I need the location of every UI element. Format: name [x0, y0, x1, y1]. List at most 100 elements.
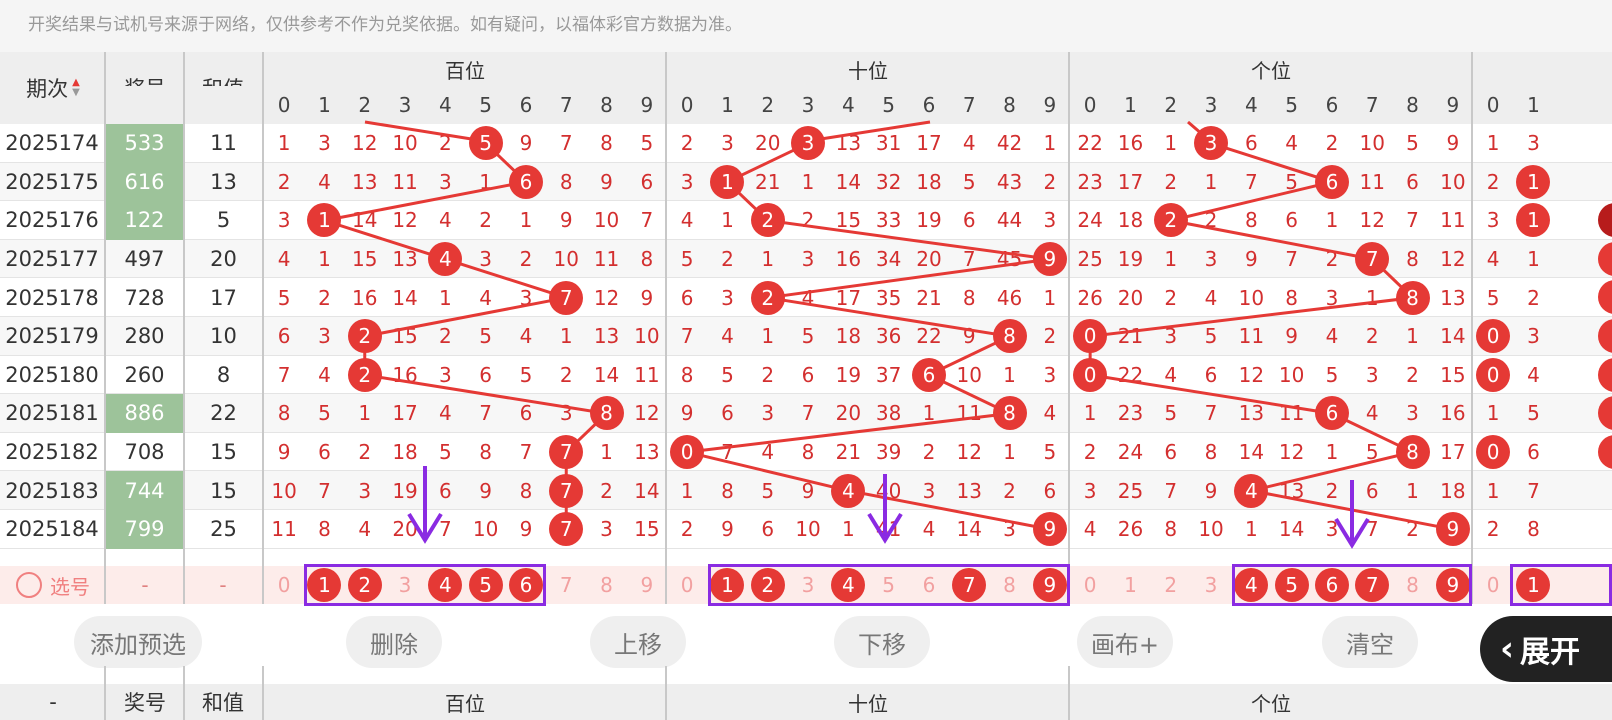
hit-ball-number: 7	[549, 280, 584, 315]
omission-value: 3	[479, 247, 493, 272]
omission-value: 43	[996, 169, 1023, 194]
omission-value: 6	[318, 440, 331, 465]
omission-value: 2	[479, 208, 493, 233]
omission-value: 13	[956, 478, 982, 503]
omission-value: 2	[1204, 208, 1218, 233]
section-header-bai: 百位	[445, 58, 485, 83]
omission-value: 6	[438, 478, 452, 503]
selectable-digit[interactable]: 0	[1070, 566, 1110, 604]
omission-value: 22	[1117, 362, 1144, 387]
selection-frame	[1510, 564, 1612, 606]
sum-cell: 5	[216, 208, 231, 233]
omission-value: 22	[916, 324, 942, 349]
table-row[interactable]: 2025178 728 17 5 2 16 14 1 4 3 7 12 9 6 3 2 4 17 35 21 8 46 1 2…	[0, 278, 1612, 317]
selectable-digit[interactable]: 9	[627, 566, 667, 604]
award-number-cell: 886	[106, 394, 183, 433]
hit-ball: 6	[1312, 394, 1352, 433]
omission-value: 11	[1440, 208, 1466, 233]
move-up-button[interactable]: 上移	[590, 616, 686, 668]
omission-value: 4	[438, 208, 452, 233]
table-row[interactable]: 2025183 744 15 10 7 3 19 6 9 8 7 2 14 1 8 5 9 4 40 3 13 2 6 3 25…	[0, 471, 1612, 510]
omission-value: 7	[559, 131, 573, 156]
omission-value: 5	[1527, 401, 1540, 426]
sum-cell: 10	[210, 324, 237, 349]
select-award-dash: -	[141, 573, 149, 597]
omission-value: 8	[1164, 517, 1178, 542]
selection-frame	[1232, 564, 1472, 606]
omission-value: 17	[392, 401, 418, 426]
omission-value: 9	[600, 169, 613, 194]
omission-value: 15	[1440, 362, 1466, 387]
selectable-digit[interactable]: 3	[1191, 566, 1231, 604]
selectable-digit[interactable]: 1	[1110, 566, 1150, 604]
hit-ball-number: 7	[549, 512, 584, 547]
bottom-award-header: 奖号	[124, 691, 166, 715]
hit-ball: 7	[546, 510, 586, 549]
table-row[interactable]: 2025181 886 22 8 5 1 17 4 7 6 3 8 12 9 6 3 7 20 38 1 11 8 4 1 23…	[0, 394, 1612, 433]
omission-value: 4	[358, 517, 372, 542]
omission-value: 3	[438, 169, 452, 194]
digit-header-bai-3: 3	[398, 93, 412, 117]
omission-value: 1	[1325, 208, 1339, 233]
radio-circle-icon[interactable]	[16, 572, 42, 598]
table-row[interactable]: 2025174 533 11 1 3 12 10 2 5 9 7 8 5 2 3 20 3 13 31 17 4 42 1 2…	[0, 124, 1612, 163]
period-cell: 2025180	[5, 362, 99, 387]
action-toolbar: 添加预选 删除 上移 下移 画布+ 清空 ‹ 展开	[0, 604, 1612, 682]
selectable-digit[interactable]: 7	[546, 566, 586, 604]
award-number-cell: 260	[124, 362, 165, 387]
table-row[interactable]: 2025177 497 20 4 1 15 13 4 3 2 10 11 8 5 2 1 3 16 34 20 7 45 9…	[0, 239, 1612, 279]
clear-button[interactable]: 清空	[1322, 616, 1418, 668]
select-toggle[interactable]: 选号	[0, 566, 106, 604]
table-row[interactable]: 2025179 280 10 6 3 2 15 2 5 4 1 13 10 7 4 1 5 18 36 22 9 8 2 0 2…	[0, 317, 1612, 356]
omission-value: 5	[1285, 169, 1299, 194]
omission-value: 2	[680, 517, 694, 542]
omission-value: 5	[1325, 362, 1339, 387]
omission-value: 21	[1117, 324, 1144, 349]
omission-value: 11	[956, 401, 982, 426]
omission-value: 9	[640, 285, 654, 310]
selectable-digit[interactable]: 2	[1151, 566, 1191, 604]
period-header[interactable]: 期次 ▲ ▼	[0, 52, 106, 124]
selectable-digit[interactable]: 0	[667, 566, 707, 604]
table-row[interactable]: 2025180 260 8 7 4 2 16 3 6 5 2 14 11 8 5 2 6 19 37 6 10 1 3 0 22…	[0, 356, 1612, 395]
omission-value: 20	[916, 247, 942, 272]
omission-value: 1	[358, 401, 372, 426]
omission-value: 5	[721, 362, 734, 387]
omission-value: 8	[1244, 208, 1258, 233]
omission-value: 3	[559, 401, 573, 426]
omission-value: 12	[956, 440, 982, 465]
omission-value: 3	[1043, 208, 1057, 233]
table-row[interactable]: 2025175 616 13 2 4 13 11 3 1 6 8 9 6 3 1 21 1 14 32 18 5 43 2 2…	[0, 162, 1612, 202]
award-number-cell: 122	[106, 201, 183, 240]
omission-value: 6	[1285, 208, 1299, 233]
omission-value: 4	[318, 169, 331, 194]
canvas-plus-button[interactable]: 画布+	[1077, 616, 1173, 668]
hit-ball: 9	[1433, 510, 1473, 549]
omission-value: 1	[519, 208, 533, 233]
sort-arrows-icon[interactable]: ▲ ▼	[72, 78, 80, 98]
delete-button[interactable]: 删除	[346, 616, 442, 668]
omission-value: 10	[392, 131, 418, 156]
move-down-button[interactable]: 下移	[834, 616, 930, 668]
selectable-digit[interactable]: 8	[586, 566, 626, 604]
omission-value: 2	[318, 285, 331, 310]
hit-ball-number: 1	[307, 203, 342, 238]
omission-value: 9	[1244, 247, 1258, 272]
digit-header-shi-9: 9	[1043, 93, 1057, 117]
digit-header-extra-0: 0	[1486, 93, 1500, 117]
omission-value: 2	[922, 440, 936, 465]
table-row[interactable]: 2025182 708 15 9 6 2 18 5 8 7 7 1 13 0 7 4 8 21 39 2 12 1 5 2 24…	[0, 433, 1612, 472]
omission-value: 1	[559, 324, 573, 349]
table-row[interactable]: 2025184 799 25 11 8 4 20 7 10 9 7 3 15 2 9 6 10 1 41 4 14 3 9 4…	[0, 510, 1612, 549]
omission-value: 17	[1440, 440, 1466, 465]
omission-value: 7	[962, 247, 976, 272]
omission-value: 4	[1164, 362, 1178, 387]
selectable-digit[interactable]: 0	[264, 566, 304, 604]
selectable-digit[interactable]: 0	[1473, 566, 1513, 604]
omission-value: 9	[277, 440, 291, 465]
add-preselect-button[interactable]: 添加预选	[74, 616, 202, 668]
omission-value: 2	[1527, 285, 1540, 310]
omission-value: 1	[1164, 247, 1178, 272]
table-row[interactable]: 2025176 122 5 3 1 14 12 4 2 1 9 10 7 4 1 2 2 15 33 19 6 44 3 24…	[0, 201, 1612, 240]
expand-button[interactable]: ‹ 展开	[1480, 616, 1612, 682]
